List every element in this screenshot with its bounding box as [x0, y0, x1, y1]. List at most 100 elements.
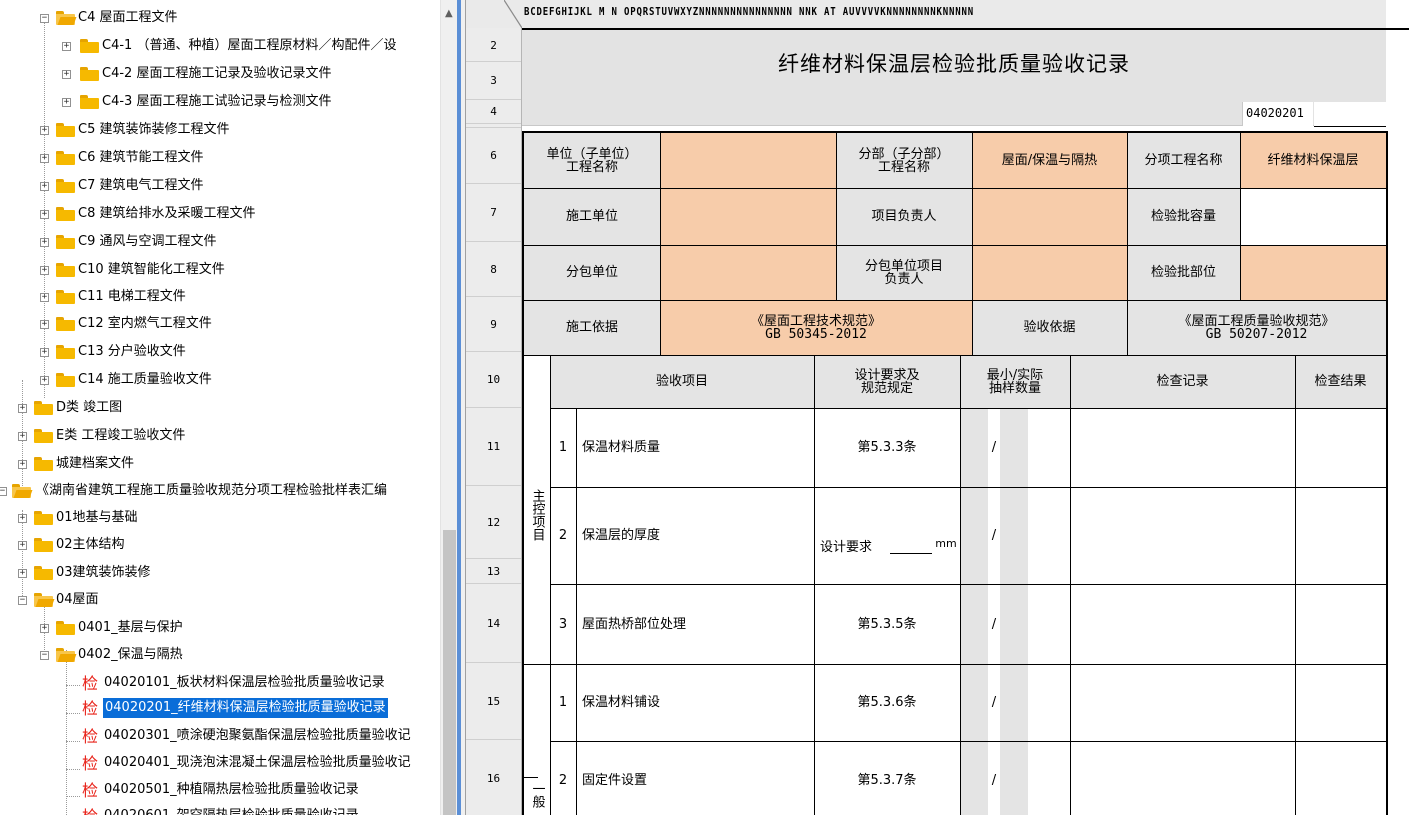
row-number[interactable]: 9 — [466, 297, 521, 352]
sample-slash[interactable]: / — [988, 408, 1000, 487]
document-tree[interactable]: − C4 屋面工程文件 + C4-1 （普通、种植）屋面工程原材料／构配件／设 … — [0, 0, 440, 815]
subitem-value[interactable]: 纤维材料保温层 — [1240, 133, 1386, 188]
spreadsheet-view[interactable]: BCDEFGHIJKL M N OPQRSTUVWXYZNNNNNNNNNNNN… — [466, 0, 1409, 815]
tree-item-label: 04020301_喷涂硬泡聚氨酯保温层检验批质量验收记 — [104, 728, 411, 743]
row-number[interactable]: 3 — [466, 62, 521, 100]
folder-icon — [56, 151, 75, 165]
scroll-up-icon[interactable]: ▲ — [445, 8, 453, 19]
unit-name-label: 单位（子单位） 工程名称 — [524, 133, 660, 188]
sample-slash[interactable]: / — [988, 487, 1000, 584]
tree-item-label: C6 建筑节能工程文件 — [78, 150, 204, 165]
expand-icon[interactable]: + — [40, 348, 49, 357]
acceptance-basis-value: 《屋面工程质量验收规范》 GB 50207-2012 — [1127, 300, 1386, 355]
sample-slash[interactable]: / — [988, 584, 1000, 664]
expand-icon[interactable]: + — [18, 569, 27, 578]
expand-icon[interactable]: + — [40, 293, 49, 302]
row-number[interactable]: 6 — [466, 128, 521, 184]
tree-item-label: C4-1 （普通、种植）屋面工程原材料／构配件／设 — [102, 38, 397, 53]
construction-basis-value[interactable]: 《屋面工程技术规范》 GB 50345-2012 — [660, 300, 972, 355]
collapse-icon[interactable]: − — [40, 14, 49, 23]
row-number[interactable]: 4 — [466, 100, 521, 124]
form-icon: 检 — [82, 699, 99, 718]
folder-icon — [56, 207, 75, 221]
expand-icon[interactable]: + — [62, 42, 71, 51]
expand-icon[interactable]: + — [62, 98, 71, 107]
sample-slash[interactable]: / — [988, 741, 1000, 815]
collapse-icon[interactable]: − — [18, 596, 27, 605]
project-manager-value[interactable] — [972, 188, 1127, 245]
folder-icon — [56, 123, 75, 137]
tree-item-label: E类 工程竣工验收文件 — [56, 428, 186, 443]
subcontractor-label: 分包单位 — [524, 245, 660, 300]
row-number[interactable]: 8 — [466, 242, 521, 297]
sheet-corner[interactable] — [466, 0, 523, 28]
item-number: 2 — [558, 528, 568, 543]
expand-icon[interactable]: + — [18, 404, 27, 413]
expand-icon[interactable]: + — [40, 376, 49, 385]
item-name: 屋面热桥部位处理 — [582, 616, 687, 632]
row-number[interactable]: 11 — [466, 408, 521, 486]
tree-item-label: C5 建筑装饰装修工程文件 — [78, 122, 230, 137]
batch-capacity-value[interactable] — [1240, 188, 1386, 245]
batch-location-value[interactable] — [1240, 245, 1386, 300]
construction-basis-label: 施工依据 — [524, 300, 660, 355]
scrollbar-thumb[interactable] — [443, 530, 456, 815]
folder-icon — [34, 566, 53, 580]
form-icon: 检 — [82, 806, 102, 815]
row-number[interactable]: 16 — [466, 740, 521, 815]
folder-icon — [34, 511, 53, 525]
row-number[interactable]: 15 — [466, 663, 521, 740]
tree-item-label-selected: 04020201_纤维材料保温层检验批质量验收记录 — [103, 698, 388, 718]
tree-item-label: 城建档案文件 — [56, 456, 135, 471]
expand-icon[interactable]: + — [40, 182, 49, 191]
folder-icon — [34, 457, 53, 471]
expand-icon[interactable]: + — [40, 238, 49, 247]
tree-item-label: 01地基与基础 — [56, 510, 138, 525]
row-number[interactable]: 12 — [466, 486, 521, 559]
sub-pm-label: 分包单位项目 负责人 — [836, 245, 972, 300]
expand-icon[interactable]: + — [18, 541, 27, 550]
column-header[interactable]: BCDEFGHIJKL M N OPQRSTUVWXYZNNNNNNNNNNNN… — [522, 0, 1409, 30]
contractor-value[interactable] — [660, 188, 836, 245]
collapse-icon[interactable]: − — [40, 651, 49, 660]
tree-item-label: C13 分户验收文件 — [78, 344, 186, 359]
item-name: 保温材料铺设 — [582, 695, 661, 710]
collapse-icon[interactable]: − — [0, 487, 7, 496]
row-number[interactable]: 7 — [466, 184, 521, 242]
tree-scrollbar[interactable]: ▲ — [440, 0, 458, 815]
design-thickness-input[interactable] — [890, 487, 932, 554]
expand-icon[interactable]: + — [18, 514, 27, 523]
form-icon: 检 — [82, 727, 99, 746]
expand-icon[interactable]: + — [40, 624, 49, 633]
item-requirement: 第5.3.3条 — [857, 440, 917, 455]
expand-icon[interactable]: + — [18, 460, 27, 469]
header-result: 检查结果 — [1295, 355, 1386, 408]
tree-item-label: 03建筑装饰装修 — [56, 565, 151, 580]
expand-icon[interactable]: + — [40, 126, 49, 135]
row-header[interactable]: 2 3 4 6 7 8 9 10 11 12 13 14 15 16 — [466, 28, 522, 815]
sample-min-stripe — [960, 408, 988, 815]
acceptance-basis-label: 验收依据 — [972, 300, 1127, 355]
item-unit: mm — [935, 536, 957, 550]
row-number[interactable]: 14 — [466, 584, 521, 663]
expand-icon[interactable]: + — [40, 320, 49, 329]
subdivision-value[interactable]: 屋面/保温与隔热 — [972, 133, 1127, 188]
batch-capacity-label: 检验批容量 — [1127, 188, 1240, 245]
code-blank-cell[interactable] — [1314, 102, 1386, 127]
unit-name-value[interactable] — [660, 133, 836, 188]
expand-icon[interactable]: + — [18, 432, 27, 441]
row-number[interactable]: 2 — [466, 30, 521, 62]
folder-icon — [56, 290, 75, 304]
header-sample: 最小/实际 抽样数量 — [960, 355, 1070, 408]
row-number[interactable]: 13 — [466, 559, 521, 584]
sub-pm-value[interactable] — [972, 245, 1127, 300]
sample-slash[interactable]: / — [988, 664, 1000, 741]
expand-icon[interactable]: + — [40, 266, 49, 275]
row-number[interactable]: 10 — [466, 352, 521, 408]
subcontractor-value[interactable] — [660, 245, 836, 300]
expand-icon[interactable]: + — [40, 210, 49, 219]
expand-icon[interactable]: + — [62, 70, 71, 79]
main-control-group-label: 主控项目 — [529, 489, 545, 541]
expand-icon[interactable]: + — [40, 154, 49, 163]
tree-item-label: C4 屋面工程文件 — [78, 10, 178, 25]
